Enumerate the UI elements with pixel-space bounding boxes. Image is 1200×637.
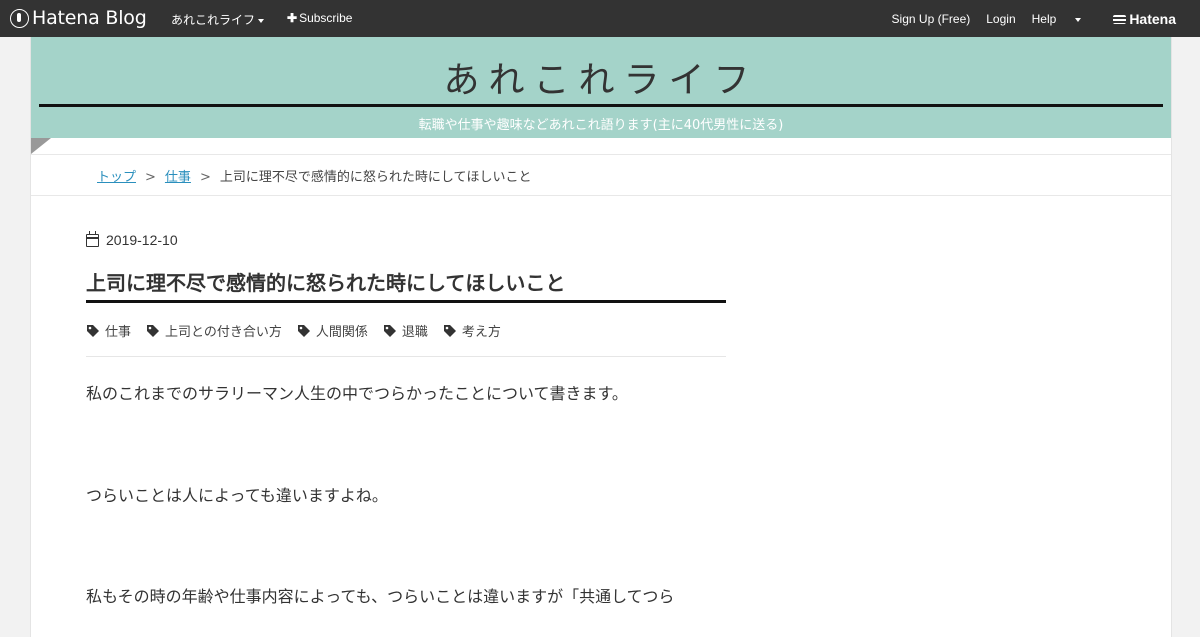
tag-label: 考え方 [461,325,501,340]
breadcrumb-top-link[interactable]: トップ [97,170,136,185]
entry-paragraph: 私のこれまでのサラリーマン人生の中でつらかったことについて書きます。 [86,384,628,403]
hatena-blog-icon [10,8,29,28]
blog-description: 転職や仕事や趣味などあれこれ語ります(主に40代男性に送る) [418,118,784,133]
entry-paragraph: 私もその時の年齢や仕事内容によっても、つらいことは違いますが「共通してつら [86,587,675,607]
tag-link[interactable]: 考え方 [443,321,501,340]
subscribe-button[interactable]: ✚ Subscribe [287,11,352,25]
tag-label: 退職 [401,325,428,340]
help-label: Help [1031,12,1057,26]
hatena-logo[interactable]: Hatena [1113,11,1192,27]
hatena-mark-icon [1113,14,1127,24]
subscribe-label: Subscribe [299,11,353,25]
calendar-icon [86,231,99,247]
entry-date[interactable]: 2019-12-10 [86,231,726,248]
logo-text: Hatena Blog [32,7,147,29]
breadcrumb-separator: > [199,170,211,185]
entry-body: 私のこれまでのサラリーマン人生の中でつらかったことについて書きます。 つらいこと… [86,381,726,610]
caret-down-icon [1075,17,1082,22]
tag-label: 仕事 [105,325,132,340]
entry-title[interactable]: 上司に理不尽で感情的に怒られた時にしてほしいこと [86,267,726,303]
tag-link[interactable]: 仕事 [86,321,131,340]
tag-link[interactable]: 退職 [383,321,428,340]
tag-icon [86,324,100,338]
tag-label: 人間関係 [315,325,368,340]
blog-container: あれこれライフ 転職や仕事や趣味などあれこれ語ります(主に40代男性に送る) ト… [30,37,1172,637]
breadcrumb-category-link[interactable]: 仕事 [165,170,191,185]
global-header: Hatena Blog あれこれライフ ✚ Subscribe Sign Up (… [0,0,1200,37]
blog-menu-dropdown[interactable]: あれこれライフ [171,11,265,28]
header-divider [39,104,1163,107]
login-link[interactable]: Login [986,12,1015,26]
plus-icon: ✚ [287,11,298,25]
tag-link[interactable]: 上司との付き合い方 [146,321,282,340]
tag-icon [297,324,311,338]
breadcrumb: トップ > 仕事 > 上司に理不尽で感情的に怒られた時にしてほしいこと [31,154,1171,196]
help-dropdown[interactable]: Help [1032,12,1098,26]
entry-date-text: 2019-12-10 [106,232,178,248]
hatena-logo-text: Hatena [1129,11,1176,27]
hatena-blog-logo[interactable]: Hatena Blog [10,7,147,29]
blog-title[interactable]: あれこれライフ [31,51,1171,103]
signup-link[interactable]: Sign Up (Free) [892,12,971,26]
entry-paragraph: つらいことは人によっても違いますよね。 [86,485,388,505]
blog-header: あれこれライフ 転職や仕事や趣味などあれこれ語ります(主に40代男性に送る) [31,37,1171,138]
blog-menu-label: あれこれライフ [171,13,256,27]
tag-icon [443,324,457,338]
tag-icon [383,324,397,338]
header-fold-corner [31,138,51,154]
entry: 2019-12-10 上司に理不尽で感情的に怒られた時にしてほしいこと 仕事 上… [86,231,726,610]
tag-icon [146,324,160,338]
caret-down-icon [258,18,265,23]
breadcrumb-current: 上司に理不尽で感情的に怒られた時にしてほしいこと [219,170,532,185]
entry-tags: 仕事 上司との付き合い方 人間関係 退職 考え方 [86,321,726,357]
tag-link[interactable]: 人間関係 [297,321,368,340]
tag-label: 上司との付き合い方 [165,325,282,340]
breadcrumb-separator: > [145,170,156,185]
